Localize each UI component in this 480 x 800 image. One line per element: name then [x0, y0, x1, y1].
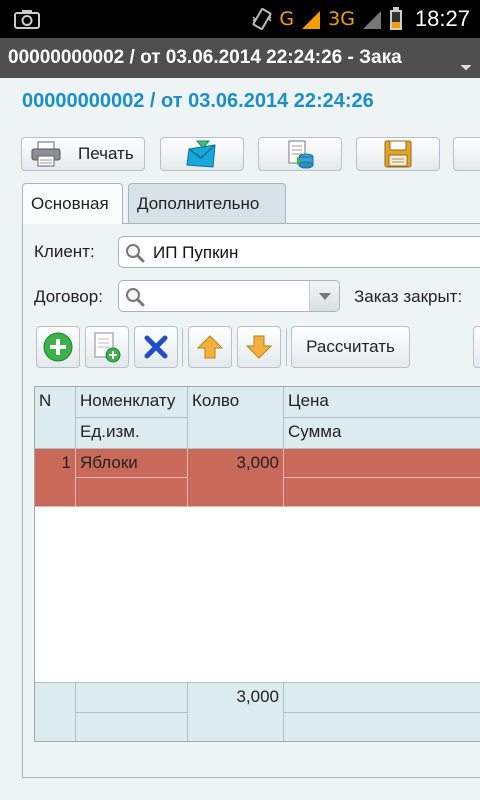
toolbar-separator — [182, 328, 183, 366]
table-row-nomenclature[interactable]: Яблоки — [76, 449, 188, 478]
footer-sum-total: 7 — [284, 712, 480, 741]
document-header: 00000000002 / от 03.06.2014 22:24:26 — [22, 90, 374, 112]
client-field[interactable]: ИП Пупкин — [118, 236, 480, 268]
tab-additional[interactable]: Дополнительно — [128, 183, 286, 223]
tab-main[interactable]: Основная — [22, 183, 123, 224]
footer-n — [35, 682, 76, 741]
move-down-button[interactable] — [237, 326, 281, 368]
calculate-button[interactable]: Рассчитать — [291, 326, 410, 368]
client-label: Клиент: — [34, 242, 95, 261]
table-row-price[interactable]: 2 — [284, 449, 480, 478]
column-header-nomenclature[interactable]: Номенклату — [76, 387, 188, 418]
table-row-n[interactable]: 1 — [35, 449, 76, 507]
save-button[interactable] — [356, 137, 440, 171]
print-button[interactable]: Печать — [21, 137, 145, 171]
column-header-qty[interactable]: Колво — [188, 387, 284, 449]
add-icon — [43, 332, 73, 362]
contract-field[interactable] — [118, 280, 340, 312]
order-closed-label: Заказ закрыт: — [354, 287, 463, 306]
table-row-qty[interactable]: 3,000 — [188, 449, 284, 507]
move-up-button[interactable] — [188, 326, 232, 368]
footer-unit — [76, 712, 188, 741]
column-header-sum[interactable]: Сумма — [284, 418, 480, 449]
chevron-down-icon[interactable] — [309, 281, 339, 311]
column-header-price[interactable]: Цена — [284, 387, 480, 418]
clock: 18:27 — [414, 6, 470, 31]
overflow-menu-icon[interactable] — [460, 59, 471, 70]
signal-icon — [302, 11, 321, 29]
camera-icon — [14, 10, 40, 29]
printer-icon — [31, 141, 61, 167]
toolbar-separator — [286, 328, 287, 366]
move-up-icon — [196, 335, 224, 359]
network-3g-indicator: 3G — [328, 8, 355, 30]
network-g-indicator: G — [279, 8, 295, 30]
send-mail-icon — [186, 140, 216, 168]
search-icon — [126, 288, 145, 307]
status-bar: G 3G 18:27 — [0, 0, 480, 38]
footer-price — [284, 682, 480, 712]
vibrate-icon — [252, 8, 272, 30]
add-copy-icon — [94, 332, 121, 363]
signal-icon — [362, 11, 381, 29]
contract-label: Договор: — [34, 287, 103, 306]
client-value: ИП Пупкин — [153, 243, 239, 262]
row-toolbar-more-button[interactable] — [473, 326, 480, 368]
table-row-sum[interactable]: 7 — [284, 478, 480, 507]
add-row-button[interactable] — [36, 326, 80, 368]
column-header-n[interactable]: N — [35, 387, 76, 449]
tab-additional-label: Дополнительно — [137, 193, 260, 213]
footer-qty-total: 3,000 — [188, 682, 284, 741]
send-mail-button[interactable] — [160, 137, 244, 171]
export-icon — [288, 140, 314, 169]
window-title-bar: 00000000002 / от 03.06.2014 22:24:26 - З… — [0, 38, 480, 78]
window-title: 00000000002 / от 03.06.2014 22:24:26 - З… — [8, 47, 402, 68]
delete-icon — [144, 335, 168, 359]
print-label: Печать — [78, 144, 134, 163]
export-button[interactable] — [258, 137, 342, 171]
column-header-unit[interactable]: Ед.изм. — [76, 418, 188, 449]
move-down-icon — [245, 335, 273, 359]
delete-row-button[interactable] — [134, 326, 178, 368]
footer-nomenclature — [76, 682, 188, 712]
battery-icon — [389, 7, 402, 30]
save-icon — [384, 140, 412, 168]
copy-row-button[interactable] — [85, 326, 129, 368]
tab-main-label: Основная — [31, 194, 109, 213]
items-table: N Номенклату Ед.изм. Колво Цена Сумма 1 … — [34, 386, 480, 742]
table-row-unit[interactable] — [76, 478, 188, 507]
toolbar-more-button[interactable] — [453, 137, 480, 171]
search-icon — [126, 244, 145, 263]
